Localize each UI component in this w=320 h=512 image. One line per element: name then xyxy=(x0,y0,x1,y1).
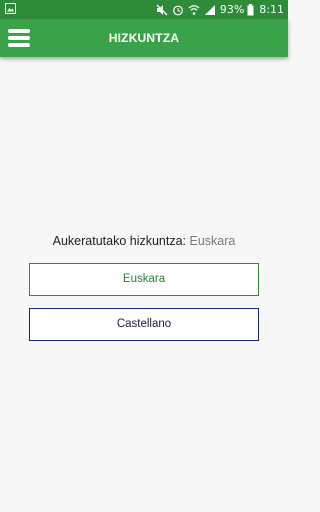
language-settings-content: Aukeratutako hizkuntza: Euskara Euskara … xyxy=(0,57,288,512)
battery-percentage: 93% xyxy=(219,3,245,16)
signal-icon xyxy=(204,4,215,15)
app-bar: HIZKUNTZA xyxy=(0,19,288,57)
euskara-button[interactable]: Euskara xyxy=(29,263,259,296)
selected-language-value: Euskara xyxy=(189,234,236,248)
wifi-icon xyxy=(188,4,200,15)
alarm-icon xyxy=(172,5,183,15)
selected-language-label: Aukeratutako hizkuntza: xyxy=(52,234,187,248)
mute-icon xyxy=(156,4,168,15)
page-title: HIZKUNTZA xyxy=(108,31,180,45)
status-bar: 93% 8:11 xyxy=(0,0,288,19)
status-time: 8:11 xyxy=(259,3,284,16)
selected-language-line: Aukeratutako hizkuntza: Euskara xyxy=(0,234,288,248)
castellano-button[interactable]: Castellano xyxy=(29,308,259,341)
image-notification-icon xyxy=(5,3,16,14)
battery-icon xyxy=(247,3,254,15)
